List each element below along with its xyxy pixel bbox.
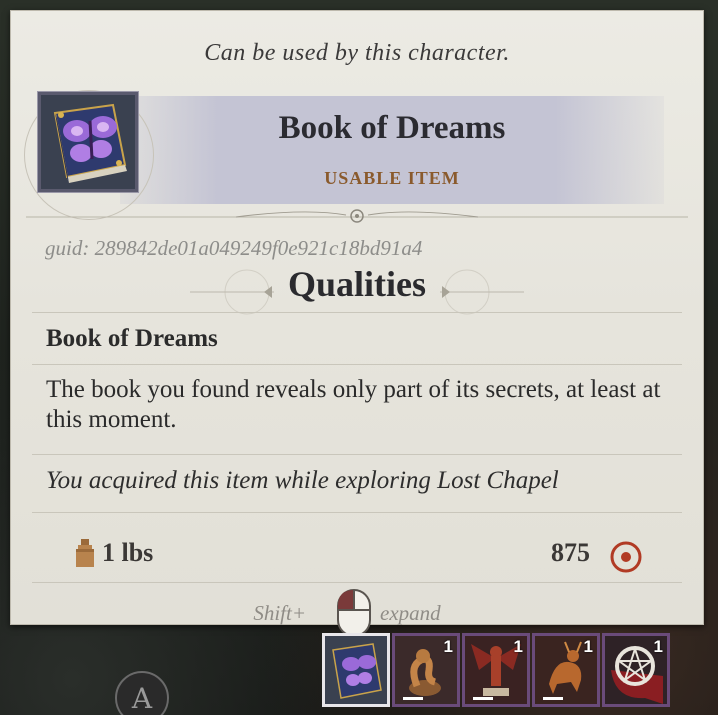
qualities-heading: Qualities — [287, 264, 426, 304]
slot-count: 1 — [443, 637, 453, 656]
slot-count: 1 — [653, 637, 663, 656]
slot-count: 1 — [583, 637, 593, 656]
divider-line — [32, 512, 682, 513]
coin-icon — [610, 541, 642, 573]
ornamental-divider — [26, 209, 688, 223]
inventory-slot[interactable]: 1 — [462, 633, 530, 707]
book-of-dreams-icon — [325, 636, 387, 704]
usable-note: Can be used by this character. — [204, 40, 510, 66]
item-cost: 875 — [551, 538, 590, 567]
divider-line — [32, 312, 682, 313]
item-weight: 1 lbs — [102, 538, 154, 567]
item-description: The book you found reveals only part of … — [46, 376, 661, 433]
slot-count: 1 — [513, 637, 523, 656]
inventory-slot[interactable]: 1 — [392, 633, 460, 707]
item-guid: guid: 289842de01a049249f0e921c18bd91a4 — [45, 236, 423, 260]
acquired-note: You acquired this item while exploring L… — [46, 467, 559, 494]
item-type-label: USABLE ITEM — [324, 168, 460, 188]
inventory-slot[interactable]: 1 — [532, 633, 600, 707]
divider-line — [32, 364, 682, 365]
expand-hint-modifier: Shift+ — [253, 601, 306, 625]
inventory-slot[interactable]: 1 — [602, 633, 670, 707]
divider-line — [32, 454, 682, 455]
divider-line — [32, 582, 682, 583]
inventory-slot[interactable] — [322, 633, 390, 707]
quality-name: Book of Dreams — [46, 325, 218, 352]
slot-quantity-bar — [473, 697, 493, 700]
item-name: Book of Dreams — [278, 110, 506, 146]
item-tooltip: Can be used by this character. Book of D… — [10, 10, 704, 637]
expand-hint-action: expand — [380, 601, 441, 625]
svg-text:A: A — [131, 682, 153, 715]
character-emblem-icon[interactable]: A — [112, 668, 172, 715]
slot-quantity-bar — [543, 697, 563, 700]
slot-quantity-bar — [403, 697, 423, 700]
weight-icon — [76, 539, 94, 567]
mouse-icon — [337, 589, 371, 637]
